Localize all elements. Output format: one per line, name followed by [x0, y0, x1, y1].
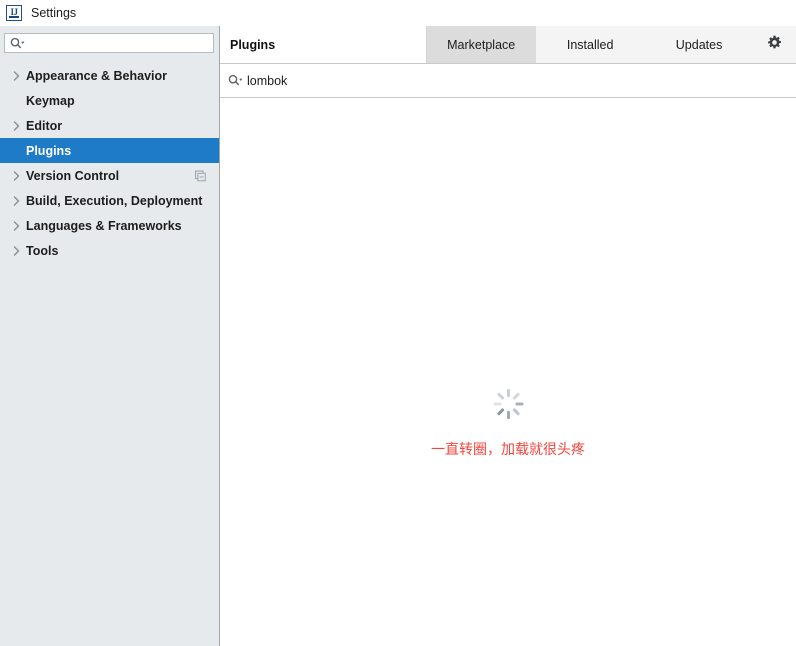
chevron-right-icon[interactable]	[9, 70, 23, 81]
chevron-right-icon[interactable]	[9, 170, 23, 181]
window-title: Settings	[31, 6, 77, 20]
settings-sidebar: Appearance & Behavior Keymap Editor Plug…	[0, 26, 220, 646]
window-titlebar: IJ Settings	[0, 0, 796, 26]
chevron-right-icon[interactable]	[9, 245, 23, 256]
sidebar-item-label: Editor	[26, 118, 63, 133]
sidebar-search-input[interactable]	[4, 33, 214, 53]
tab-label: Installed	[566, 37, 614, 52]
loading-message: 一直转圈，加载就很头疼	[431, 442, 585, 458]
chevron-right-icon[interactable]	[9, 120, 23, 131]
plugins-panel: Plugins Marketplace Installed Updates lo…	[220, 26, 796, 646]
copy-icon	[195, 170, 206, 181]
sidebar-item-languages-and-frameworks[interactable]: Languages & Frameworks	[0, 213, 219, 238]
plugin-search-value: lombok	[247, 73, 288, 88]
chevron-right-icon[interactable]	[9, 195, 23, 206]
sidebar-item-label: Languages & Frameworks	[26, 218, 182, 233]
tab-label: Updates	[675, 37, 723, 52]
sidebar-item-label: Tools	[26, 243, 59, 258]
search-icon	[10, 37, 25, 50]
plugins-list-area: 一直转圈，加载就很头疼	[220, 98, 796, 645]
plugins-tabbar: Plugins Marketplace Installed Updates	[220, 26, 796, 64]
sidebar-item-label: Version Control	[26, 168, 120, 183]
loading-indicator: 一直转圈，加载就很头疼	[220, 388, 796, 459]
tab-marketplace[interactable]: Marketplace	[426, 26, 536, 63]
sidebar-item-plugins[interactable]: Plugins	[0, 138, 219, 163]
sidebar-item-label: Keymap	[26, 93, 75, 108]
sidebar-item-build-execution-deployment[interactable]: Build, Execution, Deployment	[0, 188, 219, 213]
sidebar-item-label: Plugins	[26, 143, 72, 158]
sidebar-item-label: Build, Execution, Deployment	[26, 193, 203, 208]
intellij-idea-icon: IJ	[6, 5, 22, 21]
gear-icon	[767, 35, 782, 55]
plugin-search-input[interactable]: lombok	[220, 64, 796, 98]
loading-spinner-icon	[492, 388, 524, 420]
sidebar-search-field[interactable]	[29, 36, 199, 50]
sidebar-item-editor[interactable]: Editor	[0, 113, 219, 138]
sidebar-item-label: Appearance & Behavior	[26, 68, 168, 83]
sidebar-item-version-control[interactable]: Version Control	[0, 163, 219, 188]
sidebar-item-appearance-and-behavior[interactable]: Appearance & Behavior	[0, 63, 219, 88]
tab-updates[interactable]: Updates	[645, 26, 754, 63]
settings-tree: Appearance & Behavior Keymap Editor Plug…	[0, 63, 219, 263]
sidebar-item-tools[interactable]: Tools	[0, 238, 219, 263]
sidebar-item-keymap[interactable]: Keymap	[0, 88, 219, 113]
chevron-right-icon[interactable]	[9, 220, 23, 231]
search-icon	[228, 74, 243, 87]
plugins-settings-button[interactable]	[754, 26, 796, 63]
settings-window: IJ Settings Appearance & Behavior Keymap…	[0, 0, 796, 646]
tab-installed[interactable]: Installed	[536, 26, 645, 63]
page-title: Plugins	[220, 26, 427, 63]
tab-label: Marketplace	[447, 37, 516, 52]
